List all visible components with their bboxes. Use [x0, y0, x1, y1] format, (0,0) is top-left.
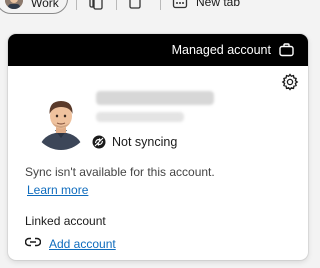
link-icon [25, 237, 41, 247]
gear-icon[interactable] [281, 73, 299, 91]
linked-account-heading: Linked account [25, 214, 106, 228]
learn-more-link[interactable]: Learn more [27, 183, 88, 197]
sync-unavailable-message: Sync isn't available for this account. [25, 165, 215, 179]
tab-separator [76, 0, 77, 10]
account-email-redacted [96, 112, 184, 122]
new-tab-label[interactable]: New tab [196, 0, 240, 8]
tab-separator [160, 0, 161, 10]
managed-account-banner: Managed account [8, 34, 308, 66]
profile-button[interactable]: Work [0, 0, 68, 14]
briefcase-icon [279, 43, 294, 57]
add-account-link[interactable]: Add account [49, 237, 116, 251]
sync-off-icon [92, 135, 106, 149]
tab-actions-icon[interactable] [128, 0, 142, 10]
tab-separator [116, 0, 117, 10]
profile-avatar [5, 0, 23, 9]
account-avatar [33, 94, 89, 150]
new-tab-page-icon[interactable] [172, 0, 188, 10]
managed-account-label: Managed account [171, 43, 271, 57]
workspaces-icon[interactable] [88, 0, 104, 10]
profile-label: Work [31, 0, 59, 10]
tab-strip: Work New tab [0, 0, 317, 14]
account-name-redacted [96, 91, 214, 105]
sync-status: Not syncing [112, 135, 178, 149]
